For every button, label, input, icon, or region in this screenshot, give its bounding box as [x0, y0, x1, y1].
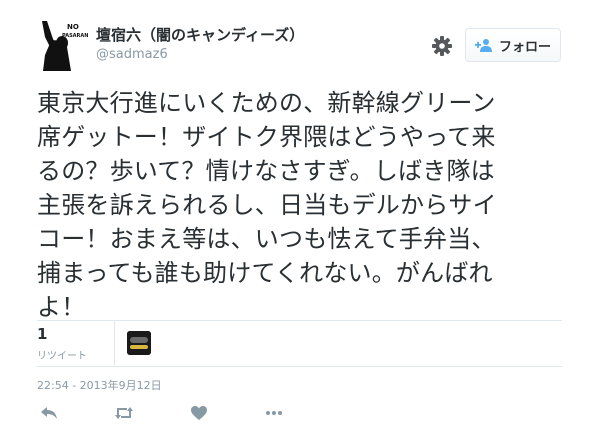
tweet-card: NO PASARAN 壇宿六（闇のキャンディーズ） @sadmaz6 フォロー … — [0, 0, 599, 447]
tweet-text-line: 捕まっても誰も助けてくれない。がんばれ — [37, 259, 493, 287]
tweet-text-line: 主張を訴えられるし、日当もデルからサイ — [37, 191, 497, 219]
tweet-actions — [37, 403, 337, 427]
avatar-text-pasaran: PASARAN — [62, 33, 88, 39]
tweet-stats: 1 リツイート — [37, 321, 562, 366]
retweet-count-label[interactable]: リツイート — [37, 347, 87, 362]
add-user-icon — [474, 39, 492, 52]
follow-button-label: フォロー — [498, 39, 551, 55]
avatar-text-no: NO — [67, 23, 79, 31]
more-icon[interactable] — [264, 403, 284, 423]
divider — [37, 366, 562, 367]
tweet-text: 東京大行進にいくための、新幹線グリーン 席ゲットー！ザイトク界隈はどうやって来 … — [37, 86, 567, 324]
tweet-text-line: 席ゲットー！ザイトク界隈はどうやって来 — [37, 123, 496, 151]
stats-divider — [114, 321, 115, 366]
reply-icon[interactable] — [39, 403, 59, 423]
gear-icon[interactable] — [431, 35, 453, 57]
tweet-text-line: コー！おまえ等は、いつも怯えて手弁当、 — [37, 225, 496, 253]
follow-button[interactable]: フォロー — [465, 28, 561, 62]
author-display-name[interactable]: 壇宿六（闇のキャンディーズ） — [96, 24, 304, 45]
retweeter-avatar[interactable] — [127, 331, 151, 355]
like-icon[interactable] — [189, 403, 209, 423]
tweet-text-line: よ！ — [37, 293, 86, 321]
tweet-timestamp[interactable]: 22:54 - 2013年9月12日 — [37, 377, 162, 393]
tweet-text-line: るの？歩いて？情けなさすぎ。しばき隊は — [37, 157, 495, 185]
retweet-count[interactable]: 1 — [37, 325, 47, 343]
author-handle[interactable]: @sadmaz6 — [96, 47, 168, 62]
author-avatar[interactable]: NO PASARAN — [37, 19, 89, 71]
retweet-icon[interactable] — [114, 403, 134, 423]
tweet-text-line: 東京大行進にいくための、新幹線グリーン — [37, 89, 496, 117]
no-pasaran-avatar-icon: NO PASARAN — [37, 19, 89, 71]
